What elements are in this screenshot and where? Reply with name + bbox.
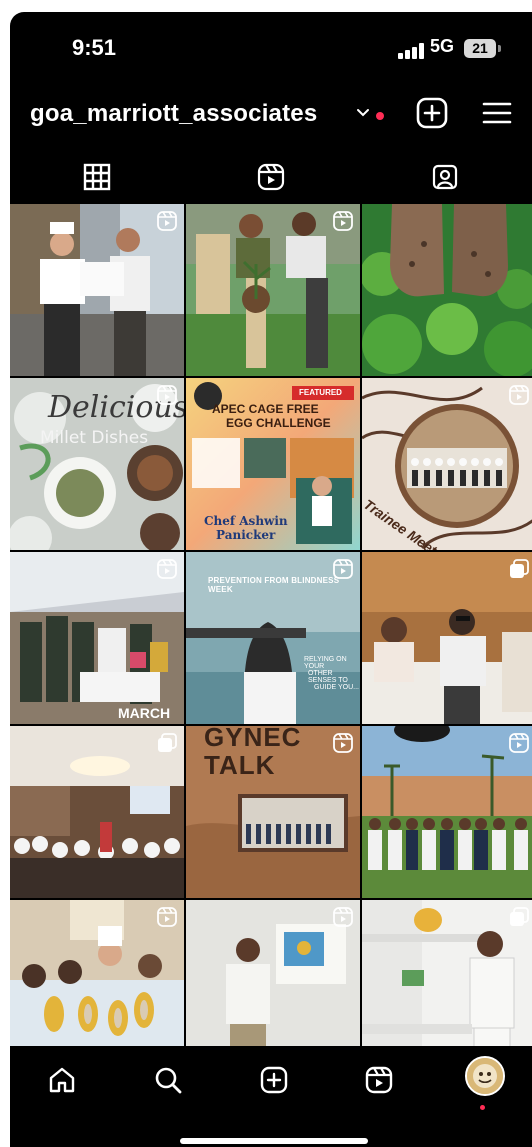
home-icon (49, 1067, 75, 1093)
notification-dot (376, 112, 384, 120)
featured-badge: FEATURED (299, 388, 342, 397)
reels-icon (509, 733, 529, 753)
post-thumbnail[interactable] (362, 552, 532, 724)
reels-icon (333, 733, 353, 753)
reels-icon (333, 907, 353, 927)
menu-button[interactable] (480, 96, 514, 130)
reels-icon (333, 559, 353, 579)
carousel-icon (510, 559, 529, 578)
post-title-line: EGG CHALLENGE (226, 416, 331, 430)
nav-profile-avatar[interactable] (465, 1056, 505, 1096)
post-thumbnail[interactable] (362, 900, 532, 1046)
create-icon (260, 1066, 288, 1094)
network-type: 5G (430, 36, 455, 56)
post-thumbnail[interactable]: MARCH (10, 552, 184, 724)
post-thumbnail[interactable] (186, 900, 360, 1046)
avatar-image (467, 1058, 503, 1094)
post-line: GUIDE YOU... (314, 684, 359, 691)
grid-icon (83, 163, 111, 191)
carousel-icon (158, 733, 177, 752)
tab-reels[interactable] (184, 154, 358, 200)
home-indicator[interactable] (180, 1138, 368, 1144)
reels-icon (157, 907, 177, 927)
status-bar: 9:51 5G 21 (10, 12, 532, 82)
posts-grid: Delicious Millet Dishes FEATURED APEC CA… (10, 204, 532, 1046)
app-screen: 9:51 5G 21 goa_marriott_associates Delic… (10, 12, 532, 1147)
activity-dot (480, 1105, 485, 1110)
post-line: RELYING ON YOUR (304, 656, 347, 670)
nav-create[interactable] (254, 1060, 294, 1100)
post-title-line: APEC CAGE FREE (212, 402, 319, 416)
post-title-line: TALK (204, 750, 276, 780)
reels-icon (157, 211, 177, 231)
nav-search[interactable] (148, 1060, 188, 1100)
chef-name-line: Panicker (216, 528, 276, 542)
post-thumbnail[interactable]: FEATURED APEC CAGE FREE EGG CHALLENGE Ch… (186, 378, 360, 550)
post-thumbnail[interactable]: Delicious Millet Dishes (10, 378, 184, 550)
reels-icon (365, 1066, 393, 1094)
chevron-down-icon[interactable] (355, 104, 371, 120)
chef-name-line: Chef Ashwin (204, 514, 288, 528)
account-switcher[interactable]: goa_marriott_associates (30, 100, 317, 128)
reels-icon (509, 385, 529, 405)
post-line: OTHER SENSES TO (308, 670, 348, 684)
reels-icon (257, 163, 285, 191)
nav-home[interactable] (42, 1060, 82, 1100)
search-icon (155, 1067, 182, 1094)
tagged-icon (432, 164, 458, 190)
post-thumbnail[interactable] (362, 726, 532, 898)
reels-icon (333, 211, 353, 231)
plus-square-icon (416, 97, 448, 129)
post-thumbnail[interactable] (186, 204, 360, 376)
signal-icon (398, 43, 428, 59)
post-thumbnail[interactable] (10, 900, 184, 1046)
carousel-icon (510, 907, 529, 926)
tab-posts[interactable] (10, 154, 184, 200)
tab-tagged[interactable] (358, 154, 532, 200)
create-button[interactable] (415, 96, 449, 130)
post-title-line: GYNEC (204, 726, 302, 752)
battery-icon: 21 (464, 39, 496, 58)
post-thumbnail[interactable]: GYNEC TALK (186, 726, 360, 898)
nav-reels[interactable] (359, 1060, 399, 1100)
status-time: 9:51 (72, 35, 117, 60)
hamburger-icon (482, 102, 512, 124)
battery-cap (498, 45, 501, 52)
post-thumbnail[interactable]: PREVENTION FROM BLINDNESS WEEK RELYING O… (186, 552, 360, 724)
post-thumbnail[interactable] (362, 204, 532, 376)
profile-tabs (10, 154, 532, 202)
reels-icon (157, 559, 177, 579)
bottom-navigation (10, 1046, 532, 1147)
profile-header: goa_marriott_associates (10, 90, 532, 146)
post-subtitle-line: Millet Dishes (40, 428, 149, 448)
post-thumbnail[interactable]: Trainee Meet (362, 378, 532, 550)
post-thumbnail[interactable] (10, 204, 184, 376)
reels-icon (157, 385, 177, 405)
post-thumbnail[interactable] (10, 726, 184, 898)
post-caption: MARCH (118, 705, 171, 721)
